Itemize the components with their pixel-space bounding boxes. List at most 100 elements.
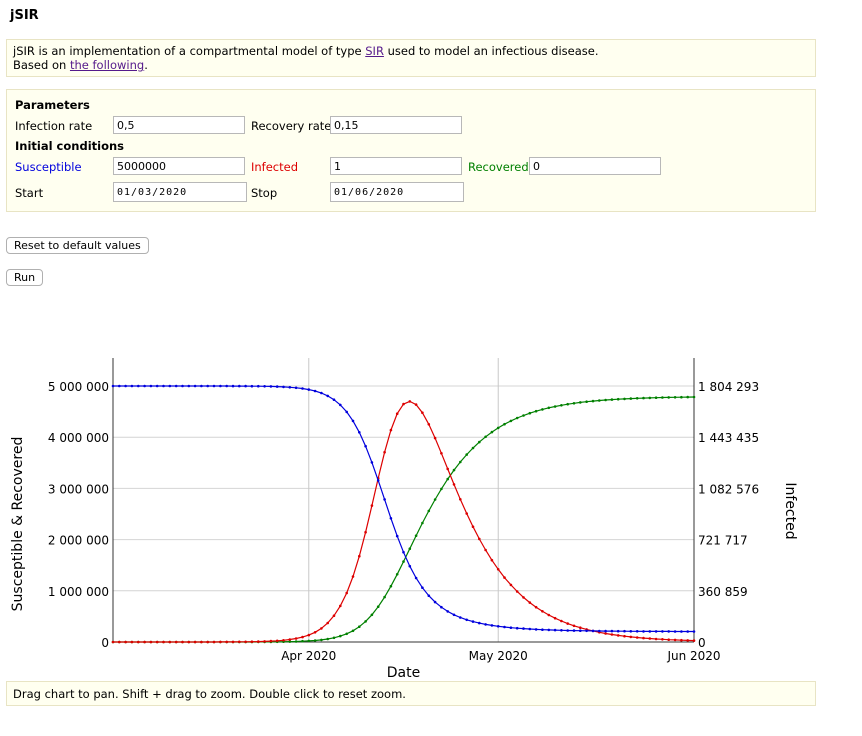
- data-point-infected: [408, 400, 412, 403]
- data-point-infected: [225, 640, 228, 644]
- data-point-recovered: [648, 396, 652, 400]
- data-point-infected: [427, 423, 431, 426]
- data-point-susceptible: [269, 385, 273, 388]
- data-point-recovered: [572, 402, 576, 405]
- data-point-recovered: [320, 638, 323, 642]
- stop-date-input[interactable]: [330, 182, 464, 202]
- sir-link[interactable]: SIR: [365, 44, 384, 58]
- data-point-infected: [326, 621, 330, 625]
- y-tick-label-right: 0: [698, 636, 706, 650]
- data-point-recovered: [692, 395, 696, 399]
- data-point-recovered: [667, 396, 670, 399]
- infected-label: Infected: [251, 160, 299, 174]
- data-point-susceptible: [629, 630, 633, 633]
- data-point-infected: [301, 635, 304, 639]
- data-point-susceptible: [541, 628, 544, 631]
- data-point-infected: [370, 504, 374, 507]
- data-point-recovered: [629, 397, 633, 400]
- data-point-susceptible: [124, 384, 127, 388]
- y-tick-label-right: 1 443 435: [698, 431, 759, 445]
- y-tick-label-left: 3 000 000: [48, 482, 109, 496]
- data-point-susceptible: [238, 384, 241, 388]
- data-point-susceptible: [225, 384, 228, 388]
- data-point-recovered: [440, 487, 443, 491]
- data-point-infected: [288, 638, 292, 641]
- data-point-recovered: [598, 399, 601, 402]
- data-point-infected: [528, 601, 532, 604]
- data-point-susceptible: [370, 461, 374, 464]
- data-point-infected: [541, 610, 544, 613]
- data-point-recovered: [522, 414, 525, 417]
- data-point-susceptible: [591, 629, 595, 633]
- data-point-susceptible: [408, 564, 412, 568]
- data-point-infected: [616, 634, 620, 637]
- data-point-infected: [414, 403, 418, 406]
- data-point-recovered: [547, 406, 551, 410]
- data-point-susceptible: [383, 498, 386, 501]
- data-point-recovered: [446, 477, 450, 481]
- data-point-infected: [395, 412, 399, 415]
- data-point-susceptible: [326, 394, 330, 398]
- susceptible-input[interactable]: [113, 157, 245, 175]
- data-point-infected: [402, 402, 405, 406]
- data-point-susceptible: [553, 628, 557, 632]
- following-link[interactable]: the following: [70, 58, 144, 72]
- data-point-susceptible: [459, 616, 462, 619]
- data-point-infected: [566, 622, 569, 625]
- data-point-susceptible: [623, 629, 626, 633]
- data-point-susceptible: [648, 630, 652, 633]
- data-point-recovered: [383, 595, 386, 599]
- data-point-infected: [143, 640, 146, 644]
- data-point-susceptible: [598, 629, 601, 633]
- data-point-infected: [244, 640, 247, 644]
- data-point-susceptible: [174, 384, 178, 388]
- recovered-label: Recovered: [468, 160, 529, 174]
- data-point-infected: [212, 640, 216, 644]
- data-point-infected: [187, 640, 191, 644]
- data-point-susceptible: [604, 629, 607, 633]
- data-point-recovered: [376, 605, 380, 608]
- intro-text-end: used to model an infectious disease.: [383, 44, 599, 58]
- data-point-infected: [579, 626, 582, 629]
- data-point-recovered: [313, 639, 317, 642]
- data-point-susceptible: [433, 600, 437, 604]
- data-point-susceptible: [534, 628, 538, 631]
- recovered-input[interactable]: [529, 157, 661, 175]
- data-point-infected: [421, 411, 424, 414]
- data-point-infected: [648, 637, 652, 640]
- data-point-susceptible: [206, 384, 209, 388]
- data-point-recovered: [427, 509, 431, 513]
- data-point-infected: [193, 640, 197, 644]
- data-point-recovered: [534, 409, 538, 413]
- data-point-susceptible: [345, 410, 349, 414]
- reset-button[interactable]: Reset to default values: [6, 237, 149, 254]
- data-point-susceptible: [143, 384, 146, 388]
- start-label: Start: [15, 186, 44, 200]
- recovery-rate-input[interactable]: [330, 116, 462, 134]
- data-point-infected: [560, 619, 563, 623]
- data-point-susceptible: [275, 385, 279, 388]
- data-point-susceptible: [560, 629, 563, 632]
- run-button[interactable]: Run: [6, 269, 44, 286]
- infection-rate-input[interactable]: [113, 116, 245, 134]
- data-point-recovered: [301, 639, 304, 643]
- data-point-susceptible: [130, 384, 134, 388]
- data-point-susceptible: [484, 623, 487, 626]
- start-date-input[interactable]: [113, 182, 247, 202]
- data-point-infected: [503, 576, 506, 579]
- data-point-infected: [219, 640, 222, 644]
- infected-input[interactable]: [330, 157, 462, 175]
- y-tick-label-left: 2 000 000: [48, 534, 109, 548]
- data-point-recovered: [591, 399, 595, 403]
- data-point-infected: [339, 604, 342, 608]
- data-point-recovered: [421, 521, 424, 525]
- x-tick-label: Apr 2020: [281, 649, 336, 663]
- data-point-susceptible: [149, 384, 153, 388]
- data-point-recovered: [484, 435, 487, 439]
- sir-chart[interactable]: 0 0 1 000 000 360 859 2 000 000 721 717 3 000 …: [0, 352, 862, 682]
- data-point-infected: [433, 436, 437, 440]
- data-point-infected: [629, 635, 633, 639]
- initial-conditions-header: Initial conditions: [15, 139, 125, 153]
- data-point-infected: [282, 639, 285, 642]
- data-point-infected: [496, 568, 500, 571]
